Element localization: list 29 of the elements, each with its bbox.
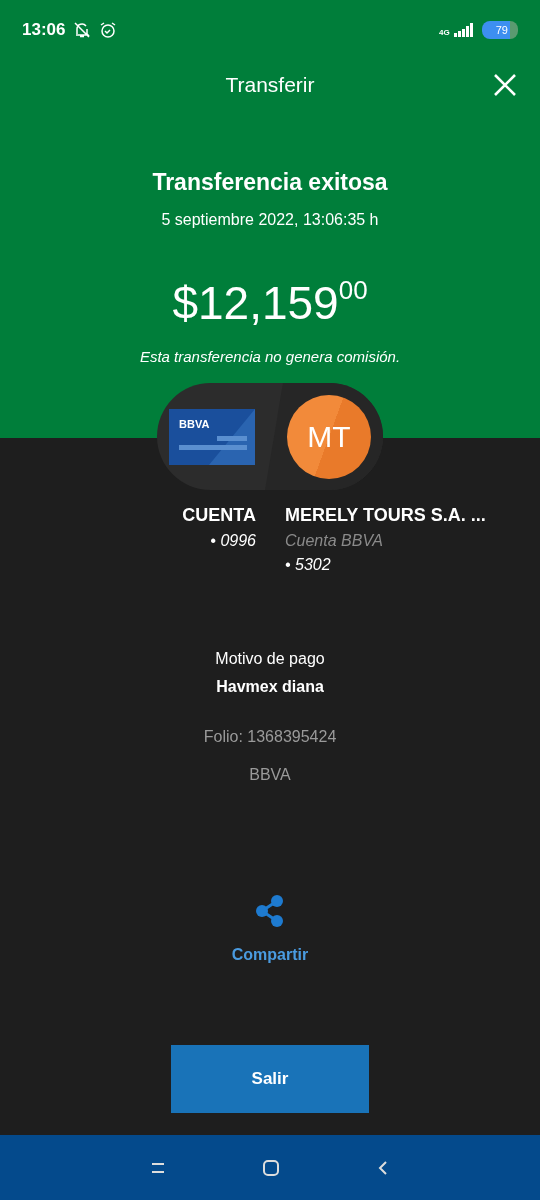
origin-name: CUENTA	[181, 504, 256, 527]
origin-account: • 0996	[209, 531, 256, 551]
status-time: 13:06	[22, 19, 66, 42]
folio-number: Folio: 1368395424	[202, 727, 338, 747]
exit-button[interactable]: Salir	[171, 1045, 369, 1113]
share-icon[interactable]	[255, 895, 285, 927]
bell-off-icon	[73, 21, 92, 39]
network-label: 4G	[439, 29, 450, 37]
screen-title: Transferir	[225, 72, 315, 99]
destination-bank: Cuenta BBVA	[285, 531, 384, 551]
back-icon[interactable]	[376, 1159, 390, 1176]
result-title: Transferencia exitosa	[151, 168, 389, 197]
payment-reason-label: Motivo de pago	[214, 649, 326, 669]
menu-icon[interactable]	[150, 1160, 166, 1175]
alarm-clock-icon	[99, 21, 118, 39]
destination-account: • 5302	[285, 555, 332, 575]
battery-indicator: 79	[481, 20, 518, 40]
share-button[interactable]: Compartir	[231, 943, 309, 967]
transfer-date: 5 septiembre 2022, 13:06:35 h	[160, 209, 380, 230]
home-icon[interactable]	[262, 1158, 280, 1177]
card-logo: BBVA	[179, 417, 210, 432]
bank-card-icon	[169, 408, 255, 465]
amount-text: $12,159$^{00}$	[172, 279, 368, 326]
close-button[interactable]	[492, 72, 518, 98]
payment-reason: Havmex diana	[215, 677, 325, 697]
signal-icon	[453, 23, 474, 37]
commission-note: Esta transferencia no genera comisión.	[138, 346, 402, 367]
bank-name: BBVA	[248, 765, 292, 785]
destination-name: MERELY TOURS S.A. ...	[285, 504, 486, 527]
